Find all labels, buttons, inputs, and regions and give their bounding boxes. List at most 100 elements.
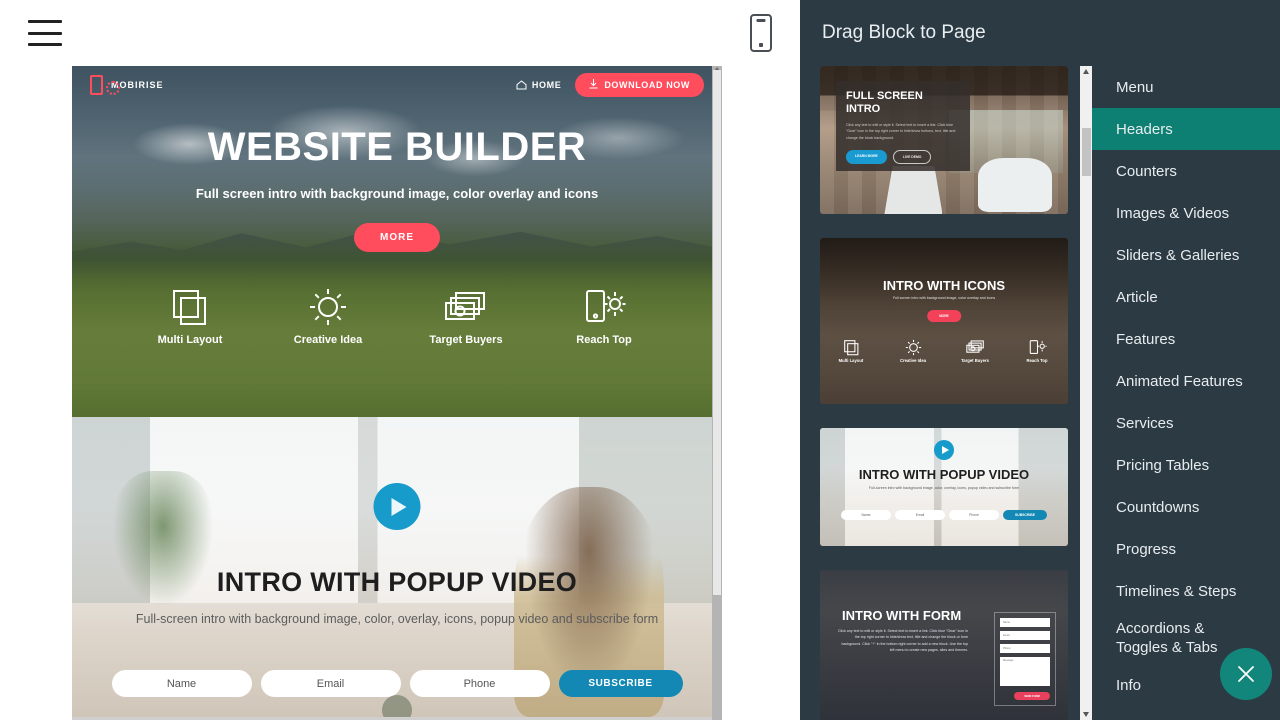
- category-item-animated-features[interactable]: Animated Features: [1092, 360, 1280, 402]
- category-label: Accordions &: [1116, 619, 1217, 638]
- category-label: Services: [1116, 415, 1174, 432]
- thumbnail-body: Click any text to edit or style it. Sele…: [846, 122, 960, 140]
- thumbnail-email-input: Email: [895, 510, 945, 520]
- thumbnail-subscribe-form: Name Email Phone SUBSCRIBE: [820, 510, 1068, 520]
- thumbnail-feature: Reach Top: [1017, 336, 1057, 363]
- feature-label: Reach Top: [558, 334, 650, 346]
- editor-area: MOBIRISE HOME: [0, 0, 800, 720]
- block-thumbnail-intro-with-icons[interactable]: INTRO WITH ICONS Full screen intro with …: [820, 238, 1068, 404]
- subscribe-button[interactable]: SUBSCRIBE: [559, 670, 683, 697]
- category-item-pricing-tables[interactable]: Pricing Tables: [1092, 444, 1280, 486]
- thumbnail-feature: Multi Layout: [831, 336, 871, 363]
- category-label-line2: Toggles & Tabs: [1116, 638, 1217, 657]
- home-icon: [516, 80, 527, 90]
- learn-more-button: LEARN MORE: [846, 150, 887, 164]
- thumbnail-decor-chair: [978, 158, 1052, 212]
- thumbnail-name-input: Name: [841, 510, 891, 520]
- block-thumbnail-full-screen-intro[interactable]: FULL SCREEN INTRO Click any text to edit…: [820, 66, 1068, 214]
- feature-label: Creative Idea: [282, 334, 374, 346]
- phone-input[interactable]: Phone: [410, 670, 550, 697]
- category-list[interactable]: Menu Headers Counters Images & Videos Sl…: [1092, 66, 1280, 720]
- hero-more-button[interactable]: MORE: [354, 223, 440, 252]
- thumbnail-title: INTRO WITH FORM: [842, 608, 961, 623]
- thumbnail-feature-label: Target Buyers: [955, 358, 995, 363]
- block-thumbnail-intro-with-popup-video[interactable]: INTRO WITH POPUP VIDEO Full-screen intro…: [820, 428, 1068, 546]
- download-icon: [589, 79, 598, 91]
- panel-header: Drag Block to Page: [800, 0, 1280, 66]
- thumbnail-title: INTRO WITH ICONS: [820, 278, 1068, 293]
- thumbnail-body: Full screen intro with background image,…: [820, 296, 1068, 300]
- app-root: MOBIRISE HOME: [0, 0, 1280, 720]
- play-icon: [934, 440, 954, 460]
- block-thumbnail-intro-with-form[interactable]: INTRO WITH FORM Click any text to edit o…: [820, 570, 1068, 720]
- category-item-article[interactable]: Article: [1092, 276, 1280, 318]
- mobile-icon[interactable]: [750, 14, 772, 52]
- category-label: Images & Videos: [1116, 205, 1229, 222]
- popup-video-subtitle: Full-screen intro with background image,…: [72, 612, 722, 626]
- phone-rays-icon: [558, 284, 650, 330]
- decorative-circle: [382, 695, 412, 717]
- mobirise-logo-icon: [90, 75, 103, 95]
- canvas-scrollbar[interactable]: [712, 66, 722, 720]
- thumbnail-scrollbar-thumb[interactable]: [1082, 128, 1091, 176]
- money-icon: [420, 284, 512, 330]
- block-navbar: MOBIRISE HOME: [72, 66, 722, 104]
- feature-multi-layout: Multi Layout: [144, 284, 236, 346]
- category-label: Info: [1116, 677, 1141, 694]
- thumbnail-contact-form: Name Email Phone Message SEND FORM: [994, 612, 1056, 706]
- category-item-headers[interactable]: Headers: [1092, 108, 1280, 150]
- thumbnail-feature: Creative Idea: [893, 336, 933, 363]
- category-label: Menu: [1116, 79, 1154, 96]
- thumbnail-cta-button: MORE: [927, 310, 961, 322]
- category-item-counters[interactable]: Counters: [1092, 150, 1280, 192]
- nav-link-home[interactable]: HOME: [516, 80, 561, 90]
- download-now-button[interactable]: DOWNLOAD NOW: [575, 73, 704, 97]
- category-label: Countdowns: [1116, 499, 1199, 516]
- block-library-panel: Drag Block to Page FULL SCREEN INTRO Cli…: [800, 0, 1280, 720]
- category-item-menu[interactable]: Menu: [1092, 66, 1280, 108]
- category-item-timelines-steps[interactable]: Timelines & Steps: [1092, 570, 1280, 612]
- layers-icon: [831, 336, 871, 358]
- download-now-label: DOWNLOAD NOW: [604, 80, 690, 90]
- thumbnail-overlay-card: FULL SCREEN INTRO Click any text to edit…: [836, 81, 970, 171]
- category-label: Pricing Tables: [1116, 457, 1209, 474]
- thumbnail-feature-label: Multi Layout: [831, 358, 871, 363]
- thumbnail-title: INTRO WITH POPUP VIDEO: [820, 467, 1068, 482]
- thumbnail-phone-input: Phone: [949, 510, 999, 520]
- email-input[interactable]: Email: [261, 670, 401, 697]
- hero-content: WEBSITE BUILDER Full screen intro with b…: [72, 104, 722, 252]
- category-label: Headers: [1116, 121, 1173, 138]
- close-icon[interactable]: [1220, 648, 1272, 700]
- canvas-block-website-builder[interactable]: MOBIRISE HOME: [72, 66, 722, 417]
- hamburger-icon[interactable]: [28, 20, 62, 46]
- canvas-block-popup-video[interactable]: INTRO WITH POPUP VIDEO Full-screen intro…: [72, 417, 722, 717]
- layers-icon: [144, 284, 236, 330]
- name-input[interactable]: Name: [112, 670, 252, 697]
- scroll-up-arrow-icon[interactable]: [1083, 69, 1089, 74]
- sun-icon: [893, 336, 933, 358]
- page-canvas[interactable]: MOBIRISE HOME: [72, 66, 722, 720]
- category-label: Counters: [1116, 163, 1177, 180]
- canvas-scrollbar-thumb[interactable]: [713, 70, 721, 595]
- feature-creative-idea: Creative Idea: [282, 284, 374, 346]
- brand[interactable]: MOBIRISE: [90, 75, 164, 95]
- thumbnail-phone-input: Phone: [1000, 644, 1050, 653]
- block-thumbnail-list[interactable]: FULL SCREEN INTRO Click any text to edit…: [800, 66, 1088, 720]
- category-item-countdowns[interactable]: Countdowns: [1092, 486, 1280, 528]
- scroll-down-arrow-icon[interactable]: [1083, 712, 1089, 717]
- category-item-services[interactable]: Services: [1092, 402, 1280, 444]
- category-label: Timelines & Steps: [1116, 583, 1236, 600]
- thumbnail-feature-label: Reach Top: [1017, 358, 1057, 363]
- category-label: Sliders & Galleries: [1116, 247, 1239, 264]
- thumbnail-body: Full-screen intro with background image,…: [820, 486, 1068, 490]
- category-item-progress[interactable]: Progress: [1092, 528, 1280, 570]
- thumbnail-scrollbar[interactable]: [1080, 66, 1092, 720]
- thumbnail-message-input: Message: [1000, 657, 1050, 686]
- category-item-sliders-galleries[interactable]: Sliders & Galleries: [1092, 234, 1280, 276]
- category-item-features[interactable]: Features: [1092, 318, 1280, 360]
- thumbnail-name-input: Name: [1000, 618, 1050, 627]
- thumbnail-decor: [884, 166, 942, 214]
- category-item-images-videos[interactable]: Images & Videos: [1092, 192, 1280, 234]
- feature-label: Multi Layout: [144, 334, 236, 346]
- feature-label: Target Buyers: [420, 334, 512, 346]
